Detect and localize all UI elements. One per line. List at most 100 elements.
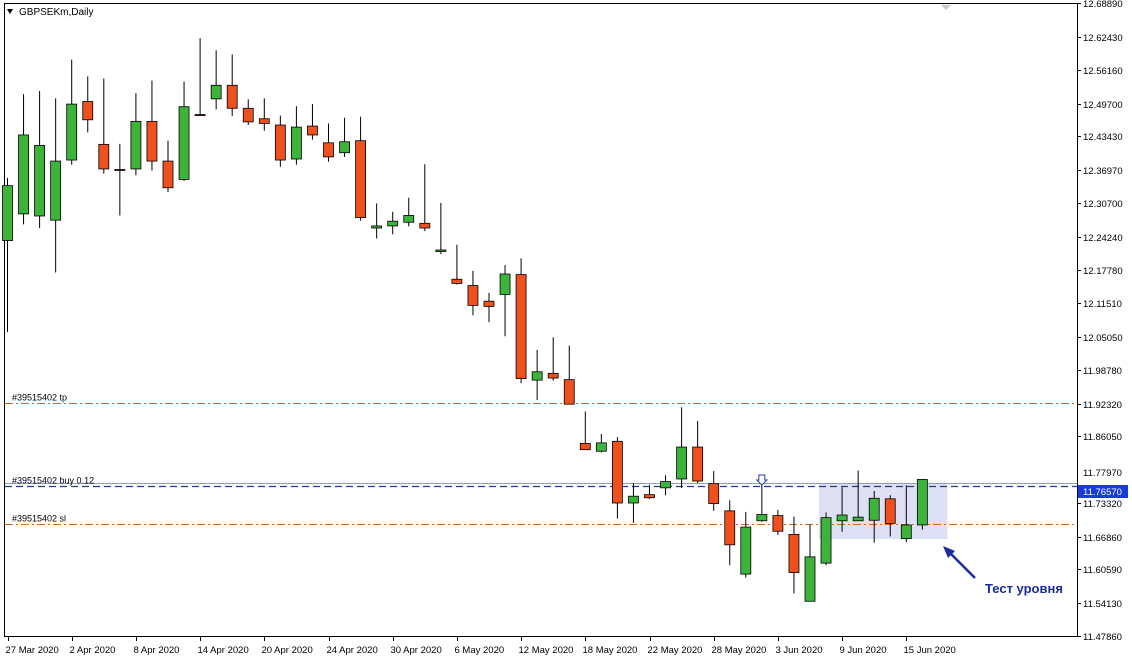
candle-body xyxy=(499,273,511,295)
y-tick-label: 12.62430 xyxy=(1083,33,1123,44)
highlight-zone-layer xyxy=(819,483,948,540)
x-tick-label: 22 May 2020 xyxy=(648,645,703,656)
y-tick-label: 12.56160 xyxy=(1083,66,1123,77)
candle-body xyxy=(692,446,704,482)
candle-32 xyxy=(515,258,527,384)
candle-body xyxy=(772,515,784,532)
candle-body xyxy=(579,443,591,451)
candle-body xyxy=(387,220,399,227)
x-tick-label: 12 May 2020 xyxy=(519,645,574,656)
candle-body xyxy=(274,124,286,161)
candle-body xyxy=(162,160,174,189)
test-zone-rect xyxy=(819,483,948,540)
candle-body xyxy=(34,145,45,217)
y-tick-label: 12.43430 xyxy=(1083,132,1123,143)
bid-price-tag: 11.77970 xyxy=(1083,468,1122,479)
tp-level-label: #39515402 tp xyxy=(12,393,67,403)
candle-body xyxy=(563,379,575,405)
candle-body xyxy=(724,510,736,546)
candle-body xyxy=(114,169,126,171)
annotation-text: Тест уровня xyxy=(985,581,1063,596)
x-tick-label: 28 May 2020 xyxy=(712,645,767,656)
candle-body xyxy=(178,106,190,180)
candle-body xyxy=(804,556,816,602)
candle-51 xyxy=(820,512,832,566)
x-tick-label: 3 Jun 2020 xyxy=(776,645,823,656)
y-tick-label: 12.24240 xyxy=(1083,233,1123,244)
candle-body xyxy=(66,103,78,161)
candle-body xyxy=(467,285,479,306)
candle-body xyxy=(146,120,158,162)
y-tick-label: 11.73320 xyxy=(1083,499,1122,510)
candle-57 xyxy=(916,479,928,530)
candle-body xyxy=(628,495,639,504)
candle-body xyxy=(595,442,607,452)
candle-body xyxy=(419,222,431,229)
y-tick-label: 11.54130 xyxy=(1083,599,1122,610)
candle-body xyxy=(644,494,655,499)
candle-body xyxy=(660,481,671,489)
candle-body xyxy=(788,533,800,573)
candle-body xyxy=(2,185,13,241)
symbol-title: GBPSEKm,Daily xyxy=(19,7,93,18)
y-tick-label: 11.47860 xyxy=(1083,632,1122,643)
candle-body xyxy=(515,274,527,379)
x-tick-label: 15 Jun 2020 xyxy=(904,645,956,656)
x-tick-label: 18 May 2020 xyxy=(583,645,638,656)
y-tick-label: 12.68890 xyxy=(1083,0,1123,10)
candle-body xyxy=(210,84,222,100)
sl-level-label: #39515402 sl xyxy=(12,514,66,524)
x-tick-label: 14 Apr 2020 xyxy=(198,645,249,656)
x-tick-label: 8 Apr 2020 xyxy=(134,645,180,656)
candle-body xyxy=(130,120,142,170)
candle-body xyxy=(226,84,238,109)
y-tick-label: 12.36970 xyxy=(1083,166,1123,177)
candle-body xyxy=(900,524,912,539)
candle-body xyxy=(290,126,302,160)
candle-body xyxy=(323,142,334,158)
x-tick-label: 2 Apr 2020 xyxy=(70,645,116,656)
candle-body xyxy=(82,101,94,121)
y-tick-label: 12.17780 xyxy=(1083,266,1123,277)
candle-body xyxy=(50,160,62,221)
y-tick-label: 12.49700 xyxy=(1083,100,1123,111)
candle-body xyxy=(916,479,928,526)
y-axis: 12.68890 12.62430 12.56160 12.49700 12.43430… xyxy=(1077,0,1123,643)
x-tick-label: 30 Apr 2020 xyxy=(391,645,442,656)
plot-area xyxy=(4,3,1078,637)
candle-body xyxy=(756,514,768,522)
x-tick-label: 20 Apr 2020 xyxy=(262,645,313,656)
candle-body xyxy=(242,107,254,123)
candle-body xyxy=(836,514,848,522)
candle-body xyxy=(868,497,880,521)
candle-body xyxy=(483,300,495,307)
y-tick-label: 12.05050 xyxy=(1083,333,1123,344)
price-chart[interactable]: GBPSEKm,Daily #39515402 tp #39515402 buy … xyxy=(0,0,1132,665)
candle-body xyxy=(884,498,896,524)
x-tick-label: 6 May 2020 xyxy=(455,645,505,656)
candle-body xyxy=(194,114,206,117)
candle-body xyxy=(371,225,383,229)
x-tick-label: 27 Mar 2020 xyxy=(6,645,59,656)
candle-body xyxy=(708,483,720,504)
candle-body xyxy=(612,440,623,504)
candle-body xyxy=(435,249,447,252)
price-tags-layer: 11.77970 11.76570 xyxy=(1078,467,1128,498)
y-tick-label: 12.11510 xyxy=(1083,299,1122,310)
candle-body xyxy=(740,526,752,575)
y-tick-label: 12.30700 xyxy=(1083,199,1123,210)
candle-body xyxy=(547,372,559,379)
chart-canvas[interactable]: GBPSEKm,Daily #39515402 tp #39515402 buy … xyxy=(0,0,1132,665)
y-tick-label: 11.92320 xyxy=(1083,400,1122,411)
y-tick-label: 11.60590 xyxy=(1083,565,1122,576)
buy-level-label: #39515402 buy 0.12 xyxy=(12,476,94,486)
candle-body xyxy=(355,140,367,218)
candle-body xyxy=(852,516,864,522)
candle-body xyxy=(98,143,110,170)
x-tick-label: 24 Apr 2020 xyxy=(327,645,378,656)
candle-body xyxy=(307,125,318,136)
current-price-tag: 11.76570 xyxy=(1083,487,1122,498)
y-tick-label: 11.66860 xyxy=(1083,533,1122,544)
y-tick-label: 11.98780 xyxy=(1083,366,1122,377)
x-axis: 27 Mar 2020 2 Apr 2020 8 Apr 2020 14 Apr 20… xyxy=(6,636,956,656)
